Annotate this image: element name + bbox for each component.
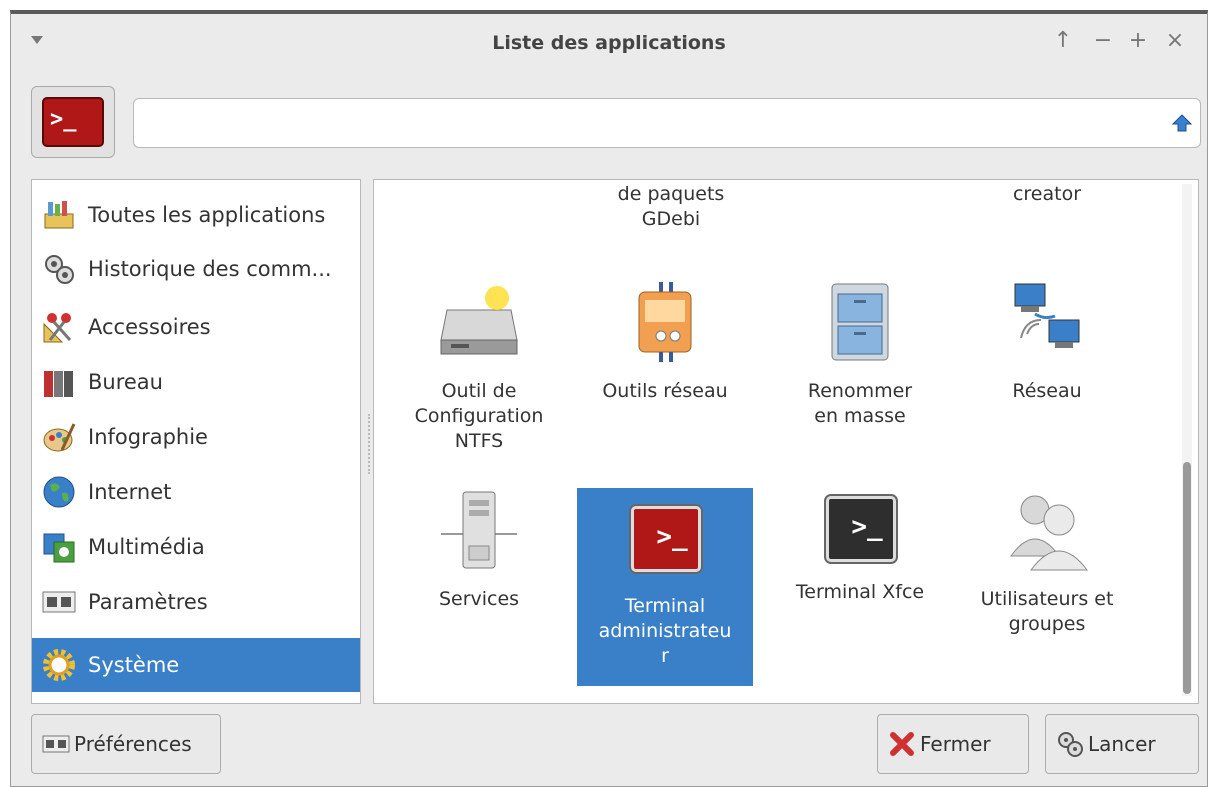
red-x-icon bbox=[890, 732, 914, 756]
app-label: Terminal administrateu r bbox=[598, 595, 732, 667]
root-terminal-icon: >_ bbox=[623, 502, 707, 586]
terminal-icon: >_ bbox=[818, 488, 902, 572]
category-label: Historique des comm... bbox=[88, 257, 332, 281]
category-internet[interactable]: Internet bbox=[32, 465, 360, 519]
gears-icon bbox=[1058, 732, 1083, 757]
category-label: Multimédia bbox=[88, 535, 205, 559]
app-label: Renommer en masse bbox=[807, 380, 913, 427]
app-tile-network[interactable]: Réseau bbox=[959, 280, 1135, 404]
file-cabinet-icon bbox=[831, 283, 889, 361]
button-label: Lancer bbox=[1088, 732, 1156, 756]
app-tile-terminal-xfce[interactable]: >_ Terminal Xfce bbox=[772, 488, 948, 605]
system-gear-icon bbox=[43, 649, 75, 681]
category-list: Toutes les applications Historique des c… bbox=[31, 179, 361, 704]
app-label: Services bbox=[438, 588, 520, 610]
search-input[interactable] bbox=[144, 107, 1138, 141]
category-history[interactable]: Historique des comm... bbox=[32, 242, 360, 296]
app-tile-services[interactable]: Services bbox=[391, 488, 567, 612]
button-label: Fermer bbox=[920, 732, 991, 756]
keep-above-button[interactable]: ↑ bbox=[1051, 28, 1075, 53]
button-label: Préférences bbox=[74, 732, 192, 756]
category-label: Système bbox=[88, 653, 180, 677]
app-label: Terminal Xfce bbox=[795, 581, 925, 603]
launch-button[interactable]: Lancer bbox=[1045, 714, 1199, 774]
palette-icon bbox=[43, 423, 76, 452]
app-label: Outil de Configuration NTFS bbox=[414, 380, 544, 452]
close-button[interactable]: Fermer bbox=[877, 714, 1029, 774]
app-tile-bulk-rename[interactable]: Renommer en masse bbox=[772, 280, 948, 429]
globe-icon bbox=[43, 476, 75, 508]
hard-drive-icon bbox=[440, 286, 518, 355]
category-graphics[interactable]: Infographie bbox=[32, 410, 360, 464]
scissors-icon bbox=[43, 313, 72, 343]
preferences-button[interactable]: Préférences bbox=[31, 714, 221, 774]
server-icon bbox=[441, 491, 517, 569]
app-tile-ntfs-config[interactable]: Outil de Configuration NTFS bbox=[391, 280, 567, 454]
category-settings[interactable]: Paramètres bbox=[32, 575, 360, 629]
settings-panel-icon bbox=[42, 735, 70, 753]
close-window-button[interactable]: × bbox=[1163, 28, 1187, 53]
app-tile-users-groups[interactable]: Utilisateurs et groupes bbox=[959, 488, 1135, 637]
category-office[interactable]: Bureau bbox=[32, 355, 360, 409]
category-system[interactable]: Système bbox=[32, 638, 360, 692]
arrow-up-icon[interactable] bbox=[1172, 113, 1192, 133]
app-tile-creator[interactable]: creator bbox=[959, 182, 1135, 207]
category-label: Accessoires bbox=[88, 315, 211, 339]
app-label: Outils réseau bbox=[602, 380, 728, 402]
app-tile-gdebi[interactable]: de paquets GDebi bbox=[583, 182, 759, 232]
minimize-button[interactable]: − bbox=[1091, 28, 1115, 53]
all-applications-icon bbox=[44, 201, 74, 229]
application-grid: de paquets GDebi creator Outil de Config… bbox=[373, 179, 1199, 704]
category-label: Internet bbox=[88, 480, 172, 504]
maximize-button[interactable]: + bbox=[1126, 28, 1150, 53]
app-tile-network-tools[interactable]: Outils réseau bbox=[577, 280, 753, 404]
category-accessories[interactable]: Accessoires bbox=[32, 300, 360, 354]
app-label: Réseau bbox=[1012, 380, 1082, 402]
window-title: Liste des applications bbox=[492, 32, 726, 54]
app-label: Utilisateurs et groupes bbox=[980, 588, 1114, 635]
terminal-icon: >_ bbox=[42, 97, 104, 147]
category-multimedia[interactable]: Multimédia bbox=[32, 520, 360, 574]
category-all-applications[interactable]: Toutes les applications bbox=[32, 188, 360, 242]
binders-icon bbox=[44, 371, 73, 397]
category-label: Bureau bbox=[88, 370, 163, 394]
network-tools-icon bbox=[638, 282, 692, 362]
selected-app-icon-button[interactable]: >_ bbox=[31, 86, 115, 158]
search-field[interactable] bbox=[133, 98, 1201, 148]
gears-icon bbox=[45, 255, 74, 284]
scrollbar-thumb[interactable] bbox=[1183, 462, 1191, 694]
network-icon bbox=[1014, 283, 1080, 348]
users-icon bbox=[1010, 495, 1088, 571]
app-tile-root-terminal[interactable]: >_ Terminal administrateu r bbox=[577, 488, 753, 686]
title-bar: Liste des applications ↑ − + × bbox=[11, 14, 1207, 76]
multimedia-icon bbox=[43, 533, 75, 563]
category-label: Infographie bbox=[88, 425, 208, 449]
category-label: Toutes les applications bbox=[88, 203, 326, 227]
settings-panel-icon bbox=[42, 591, 76, 613]
category-label: Paramètres bbox=[88, 590, 208, 614]
app-finder-window: Liste des applications ↑ − + × >_ Toutes… bbox=[10, 10, 1208, 787]
